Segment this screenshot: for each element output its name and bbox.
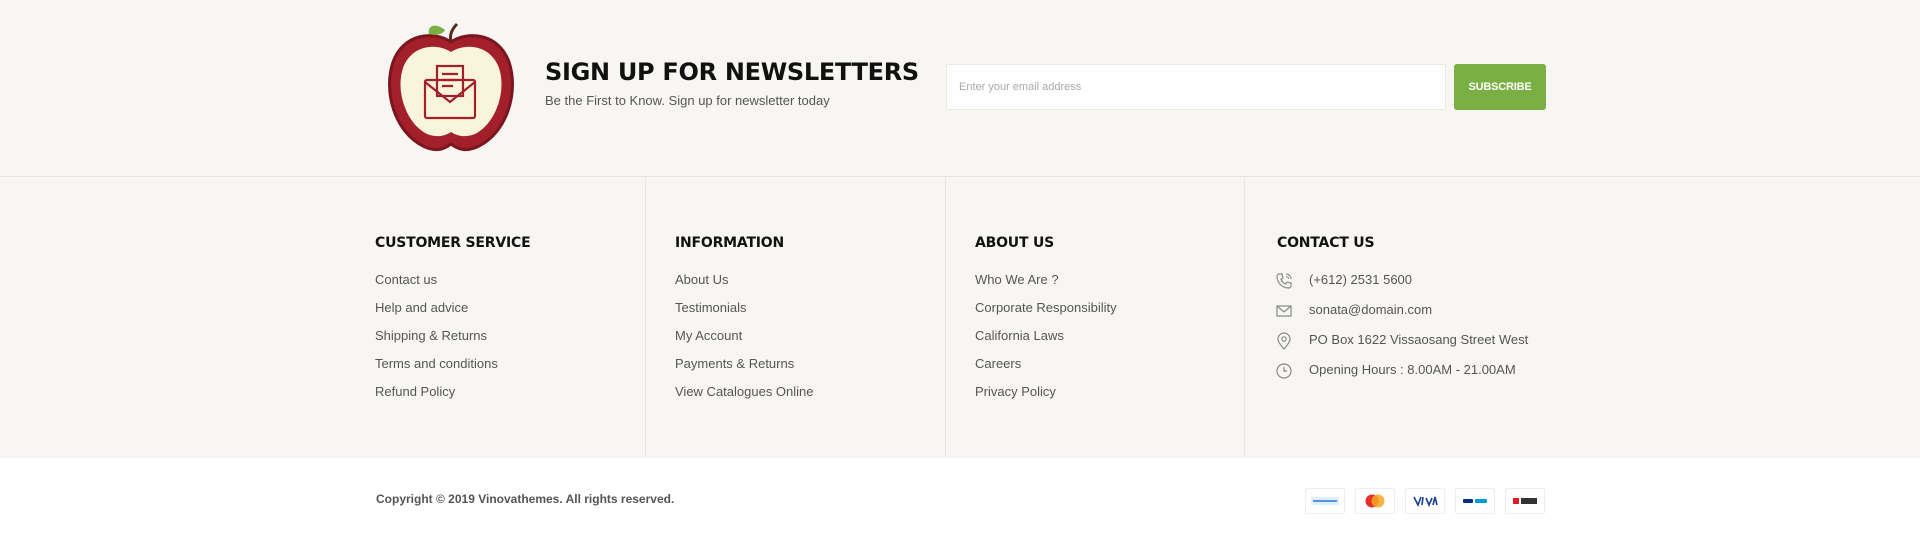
catalogues-link[interactable]: View Catalogues Online: [675, 384, 814, 399]
list-item[interactable]: Contact us: [375, 272, 498, 300]
list-item[interactable]: Shipping & Returns: [375, 328, 498, 356]
email-input[interactable]: [946, 64, 1446, 110]
about-us-title: ABOUT US: [975, 235, 1055, 251]
contact-email: sonata@domain.com: [1275, 301, 1528, 331]
privacy-policy-link[interactable]: Privacy Policy: [975, 384, 1056, 399]
contact-hours-text: Opening Hours : 8.00AM - 21.00AM: [1309, 362, 1516, 377]
contact-address-text: PO Box 1622 Vissaosang Street West: [1309, 332, 1529, 347]
customer-service-list: Contact us Help and advice Shipping & Re…: [375, 272, 498, 412]
phone-icon: [1276, 273, 1292, 289]
column-divider: [1244, 178, 1245, 457]
list-item[interactable]: Testimonials: [675, 300, 814, 328]
footer-links-section: [0, 178, 1920, 457]
dbs-icon: [1505, 488, 1545, 514]
newsletter-subtitle: Be the First to Know. Sign up for newsle…: [545, 93, 830, 108]
visa-icon: [1405, 488, 1445, 514]
contact-address: PO Box 1622 Vissaosang Street West: [1275, 331, 1528, 361]
column-divider: [645, 178, 646, 457]
list-item[interactable]: Careers: [975, 356, 1117, 384]
list-item[interactable]: Refund Policy: [375, 384, 498, 412]
terms-link[interactable]: Terms and conditions: [375, 356, 498, 371]
shipping-returns-link[interactable]: Shipping & Returns: [375, 328, 487, 343]
newsletter-title: SIGN UP FOR NEWSLETTERS: [545, 58, 919, 86]
apple-envelope-icon: [388, 22, 514, 152]
payments-returns-link[interactable]: Payments & Returns: [675, 356, 794, 371]
copyright-text: Copyright © 2019 Vinovathemes. All right…: [376, 492, 675, 506]
help-advice-link[interactable]: Help and advice: [375, 300, 468, 315]
information-list: About Us Testimonials My Account Payment…: [675, 272, 814, 412]
footer-bottom-bar: [0, 458, 1920, 545]
who-we-are-link[interactable]: Who We Are ?: [975, 272, 1059, 287]
contact-phone: (+612) 2531 5600: [1275, 271, 1528, 301]
contact-phone-text: (+612) 2531 5600: [1309, 272, 1413, 287]
mastercard-icon: [1355, 488, 1395, 514]
about-us-link[interactable]: About Us: [675, 272, 728, 287]
about-us-list: Who We Are ? Corporate Responsibility Ca…: [975, 272, 1117, 412]
list-item[interactable]: View Catalogues Online: [675, 384, 814, 412]
list-item[interactable]: Terms and conditions: [375, 356, 498, 384]
subscribe-button[interactable]: SUBSCRIBE: [1454, 64, 1546, 110]
contact-us-title: CONTACT US: [1277, 235, 1375, 251]
contact-list: (+612) 2531 5600 sonata@domain.com PO Bo…: [1275, 271, 1528, 391]
careers-link[interactable]: Careers: [975, 356, 1021, 371]
list-item[interactable]: Payments & Returns: [675, 356, 814, 384]
california-laws-link[interactable]: California Laws: [975, 328, 1064, 343]
contact-hours: Opening Hours : 8.00AM - 21.00AM: [1275, 361, 1528, 391]
list-item[interactable]: Help and advice: [375, 300, 498, 328]
list-item[interactable]: California Laws: [975, 328, 1117, 356]
envelope-icon: [1276, 305, 1292, 317]
column-divider: [945, 178, 946, 457]
refund-policy-link[interactable]: Refund Policy: [375, 384, 455, 399]
contact-us-link[interactable]: Contact us: [375, 272, 437, 287]
list-item[interactable]: Who We Are ?: [975, 272, 1117, 300]
list-item[interactable]: My Account: [675, 328, 814, 356]
corporate-responsibility-link[interactable]: Corporate Responsibility: [975, 300, 1117, 315]
contact-email-text: sonata@domain.com: [1309, 302, 1433, 317]
list-item[interactable]: Corporate Responsibility: [975, 300, 1117, 328]
customer-service-title: CUSTOMER SERVICE: [375, 235, 531, 251]
information-title: INFORMATION: [675, 235, 785, 251]
clock-icon: [1276, 363, 1292, 379]
my-account-link[interactable]: My Account: [675, 328, 742, 343]
paypal-icon: [1455, 488, 1495, 514]
list-item[interactable]: Privacy Policy: [975, 384, 1117, 412]
american-express-icon: [1305, 488, 1345, 514]
testimonials-link[interactable]: Testimonials: [675, 300, 747, 315]
list-item[interactable]: About Us: [675, 272, 814, 300]
map-pin-icon: [1277, 332, 1291, 350]
